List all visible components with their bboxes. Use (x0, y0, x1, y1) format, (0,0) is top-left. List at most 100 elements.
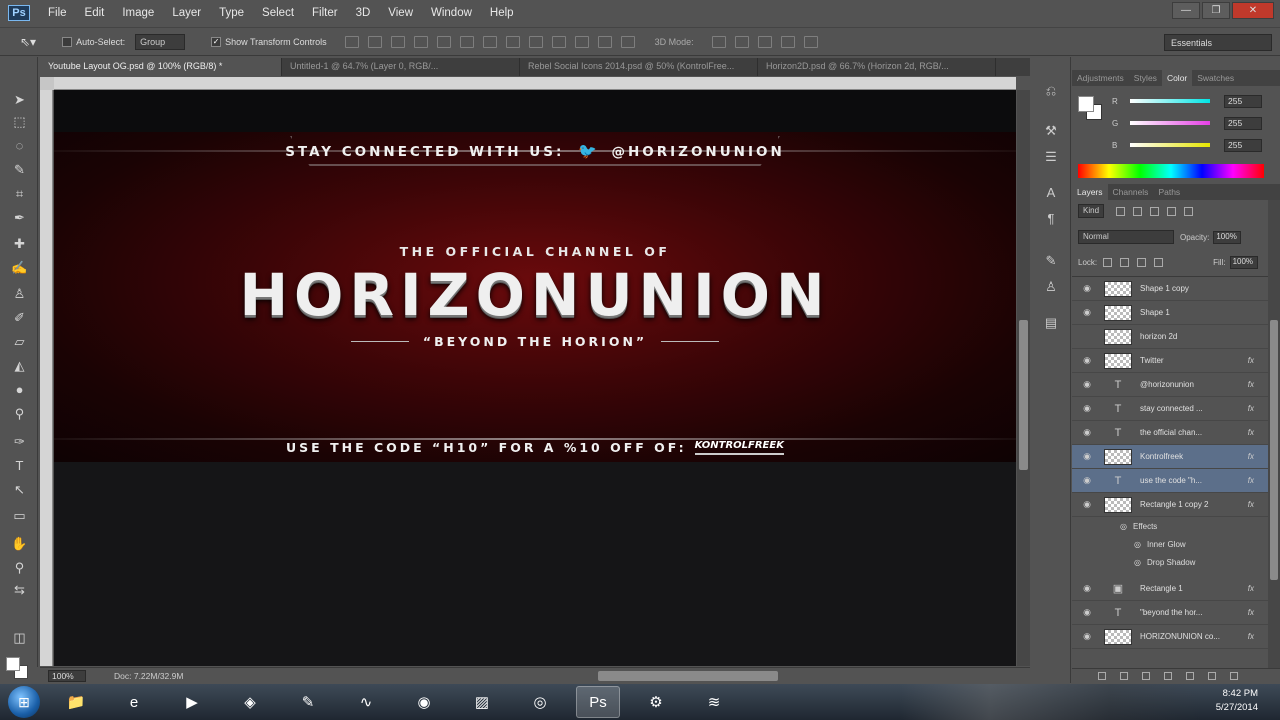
show-transform-checkbox[interactable]: ✓ Show Transform Controls (211, 36, 327, 47)
slide-3d-icon[interactable] (780, 35, 795, 48)
properties-icon[interactable]: ▤ (1043, 315, 1059, 331)
auto-select-dropdown[interactable]: Group (135, 33, 186, 50)
visibility-eye-icon[interactable]: ◉ (1080, 427, 1094, 438)
link-layers-icon[interactable] (1098, 672, 1106, 680)
restore-button[interactable]: ❐ (1202, 2, 1230, 19)
taskbar-photoshop-icon[interactable]: Ps (576, 686, 620, 718)
layer-name[interactable]: Shape 1 (1140, 308, 1220, 317)
auto-align-icon[interactable] (620, 35, 635, 48)
layer-fx-icon[interactable]: fx (1248, 404, 1254, 413)
history-brush-tool-icon[interactable]: ✐ (11, 309, 28, 326)
effect-item[interactable]: ◎ Drop Shadow (1072, 553, 1268, 571)
layer-row[interactable]: ◉ Shape 1 copy (1072, 277, 1268, 301)
type-filter-icon[interactable] (1150, 206, 1160, 216)
system-clock[interactable]: 8:42 PM 5/27/2014 (1216, 687, 1258, 715)
layers-scroll-thumb[interactable] (1270, 320, 1278, 580)
effect-visibility-icon[interactable]: ◎ (1134, 558, 1141, 567)
layer-name[interactable]: Kontrolfreek (1140, 452, 1220, 461)
effects-group[interactable]: ◎ Effects (1072, 517, 1268, 535)
layer-row[interactable]: ◉ Kontrolfreek fx (1072, 445, 1268, 469)
taskbar-spotify-icon[interactable]: ≋ (692, 686, 736, 718)
layer-row[interactable]: ◉ Tuse the code "h... fx (1072, 469, 1268, 493)
tab-layers[interactable]: Layers (1072, 184, 1108, 200)
align-top-icon[interactable] (344, 35, 359, 48)
lasso-tool-icon[interactable]: ◌ (11, 137, 28, 154)
red-value[interactable]: 255 (1224, 94, 1262, 108)
smart-object-filter-icon[interactable] (1184, 206, 1194, 216)
menu-file[interactable]: File (48, 7, 67, 19)
layer-thumbnail[interactable] (1104, 352, 1132, 369)
tab-untitled-1[interactable]: Untitled-1 @ 64.7% (Layer 0, RGB/... (282, 58, 520, 76)
kind-filter-dropdown[interactable]: Kind (1078, 204, 1105, 218)
blur-tool-icon[interactable]: ● (11, 381, 28, 398)
blue-value[interactable]: 255 (1224, 138, 1262, 152)
taskbar-firefox-icon[interactable]: ◉ (402, 686, 446, 718)
adjustment-filter-icon[interactable] (1133, 206, 1143, 216)
menu-image[interactable]: Image (122, 7, 154, 19)
distribute-left-icon[interactable] (551, 35, 566, 48)
layer-fx-icon[interactable]: fx (1248, 500, 1254, 509)
vertical-ruler[interactable] (40, 90, 53, 666)
layer-fx-icon[interactable]: fx (1248, 380, 1254, 389)
new-layer-icon[interactable] (1208, 672, 1216, 680)
taskbar-app-tools-icon[interactable]: ⚙ (634, 686, 678, 718)
drag-3d-icon[interactable] (757, 35, 772, 48)
layer-row[interactable]: horizon 2d (1072, 325, 1268, 349)
foreground-color-swatch[interactable] (6, 657, 20, 671)
effect-item[interactable]: ◎ Inner Glow (1072, 535, 1268, 553)
layer-thumbnail[interactable] (1104, 280, 1132, 297)
layer-name[interactable]: Rectangle 1 (1140, 584, 1220, 593)
vertical-scroll-thumb[interactable] (1019, 320, 1028, 470)
distribute-vcenter-icon[interactable] (505, 35, 520, 48)
tool-presets-icon[interactable]: ⚒ (1043, 123, 1059, 139)
taskbar-explorer-icon[interactable]: 📁 (54, 686, 98, 718)
tab-color[interactable]: Color (1161, 70, 1193, 86)
tab-youtube-layout[interactable]: Youtube Layout OG.psd @ 100% (RGB/8) * (40, 58, 282, 76)
layer-name[interactable]: the official chan... (1140, 428, 1220, 437)
canvas-vertical-scrollbar[interactable] (1017, 90, 1030, 666)
layer-fx-icon[interactable]: fx (1248, 632, 1254, 641)
marquee-tool-icon[interactable]: ⬚ (11, 113, 28, 130)
effect-visibility-icon[interactable]: ◎ (1134, 540, 1141, 549)
text-layer-icon[interactable]: T (1104, 401, 1132, 417)
text-layer-icon[interactable]: T (1104, 425, 1132, 441)
layer-fx-icon[interactable]: fx (1248, 608, 1254, 617)
character-panel-icon[interactable]: A (1043, 185, 1059, 201)
hand-tool-icon[interactable]: ✋ (11, 535, 28, 552)
paint-bucket-tool-icon[interactable]: ◭ (11, 357, 28, 374)
type-tool-icon[interactable]: T (11, 457, 28, 474)
roll-3d-icon[interactable] (734, 35, 749, 48)
distribute-hcenter-icon[interactable] (574, 35, 589, 48)
zoom-tool-icon[interactable]: ⚲ (11, 559, 28, 576)
layer-row[interactable]: ◉ Tstay connected ... fx (1072, 397, 1268, 421)
swap-colors-icon[interactable]: ⇆ (11, 581, 28, 598)
layers-scrollbar[interactable] (1268, 200, 1280, 670)
paragraph-panel-icon[interactable]: ¶ (1043, 211, 1059, 227)
taskbar-app-diamond-icon[interactable]: ◈ (228, 686, 272, 718)
layer-row[interactable]: ◉ Shape 1 (1072, 301, 1268, 325)
visibility-eye-icon[interactable]: ◉ (1080, 355, 1094, 366)
add-style-icon[interactable] (1120, 672, 1128, 680)
layer-thumbnail[interactable] (1104, 328, 1132, 345)
layer-name[interactable]: use the code "h... (1140, 476, 1220, 485)
menu-window[interactable]: Window (431, 7, 472, 19)
layer-thumbnail[interactable] (1104, 628, 1132, 645)
distribute-top-icon[interactable] (482, 35, 497, 48)
layer-name[interactable]: HORIZONUNION co... (1140, 632, 1220, 641)
align-bottom-icon[interactable] (390, 35, 405, 48)
visibility-eye-icon[interactable]: ◉ (1080, 475, 1094, 486)
layer-name[interactable]: Rectangle 1 copy 2 (1140, 500, 1220, 509)
layer-row[interactable]: ◉ Twitter fx (1072, 349, 1268, 373)
distribute-bottom-icon[interactable] (528, 35, 543, 48)
quick-mask-icon[interactable]: ◫ (11, 629, 28, 646)
eraser-tool-icon[interactable]: ▱ (11, 333, 28, 350)
effect-visibility-icon[interactable]: ◎ (1120, 522, 1127, 531)
text-layer-icon[interactable]: T (1104, 473, 1132, 489)
layer-thumbnail[interactable] (1104, 304, 1132, 321)
delete-layer-icon[interactable] (1230, 672, 1238, 680)
pen-tool-icon[interactable]: ✑ (11, 433, 28, 450)
path-select-tool-icon[interactable]: ↖ (11, 481, 28, 498)
menu-select[interactable]: Select (262, 7, 294, 19)
taskbar-feather-app-icon[interactable]: ✎ (286, 686, 330, 718)
visibility-eye-icon[interactable]: ◉ (1080, 631, 1094, 642)
